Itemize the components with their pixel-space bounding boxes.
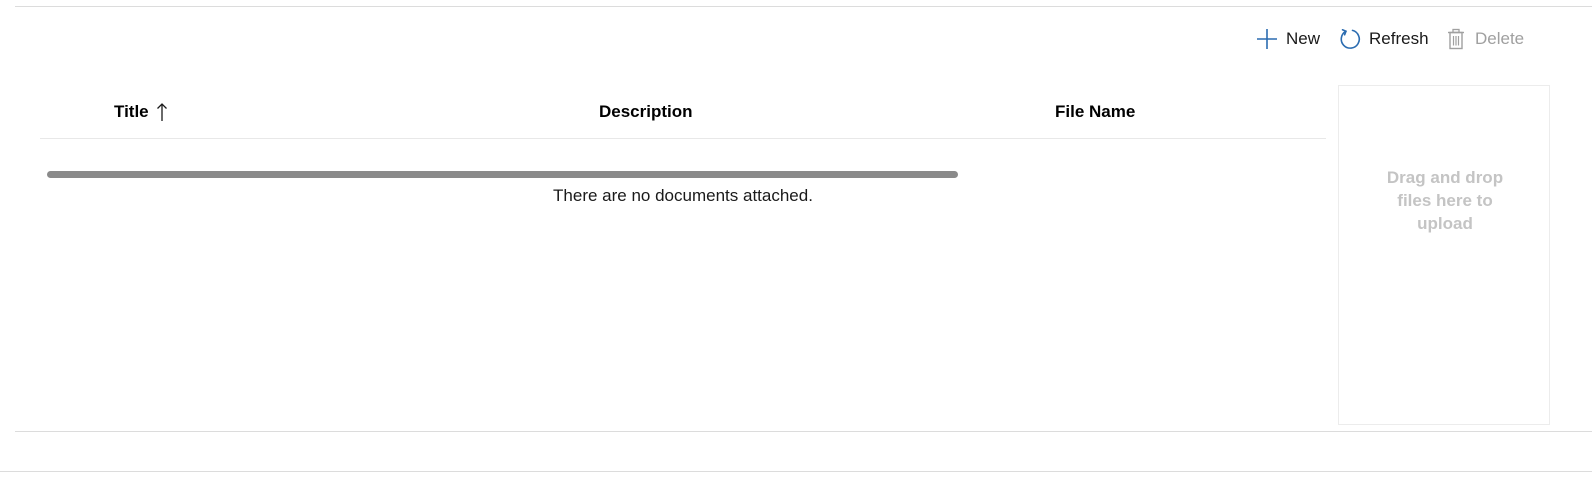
column-header-title-label: Title	[114, 102, 149, 121]
horizontal-scrollbar[interactable]	[47, 171, 958, 178]
documents-panel: New Refresh Delete Title Description Fil…	[0, 0, 1592, 483]
column-header-file-name[interactable]: File Name	[1055, 96, 1135, 128]
file-drop-zone[interactable]: Drag and drop files here to upload	[1338, 85, 1550, 425]
refresh-button[interactable]: Refresh	[1338, 26, 1429, 52]
footer-divider	[0, 471, 1592, 472]
sort-ascending-icon	[156, 102, 168, 122]
new-button-label: New	[1286, 29, 1321, 48]
delete-button-label: Delete	[1475, 29, 1525, 48]
top-divider	[15, 6, 1592, 7]
drop-zone-text: Drag and drop files here to upload	[1386, 168, 1504, 233]
column-header-title[interactable]: Title	[114, 96, 168, 128]
column-header-description-label: Description	[599, 102, 693, 121]
plus-icon	[1255, 27, 1279, 51]
delete-button[interactable]: Delete	[1444, 26, 1524, 52]
column-header-file-name-label: File Name	[1055, 102, 1136, 121]
trash-icon	[1444, 27, 1468, 51]
empty-state-message: There are no documents attached.	[553, 186, 813, 205]
column-header-description[interactable]: Description	[599, 96, 693, 128]
new-button[interactable]: New	[1255, 26, 1320, 52]
bottom-divider	[15, 431, 1592, 432]
header-divider	[40, 138, 1326, 139]
refresh-icon	[1338, 27, 1362, 51]
refresh-button-label: Refresh	[1369, 29, 1429, 48]
